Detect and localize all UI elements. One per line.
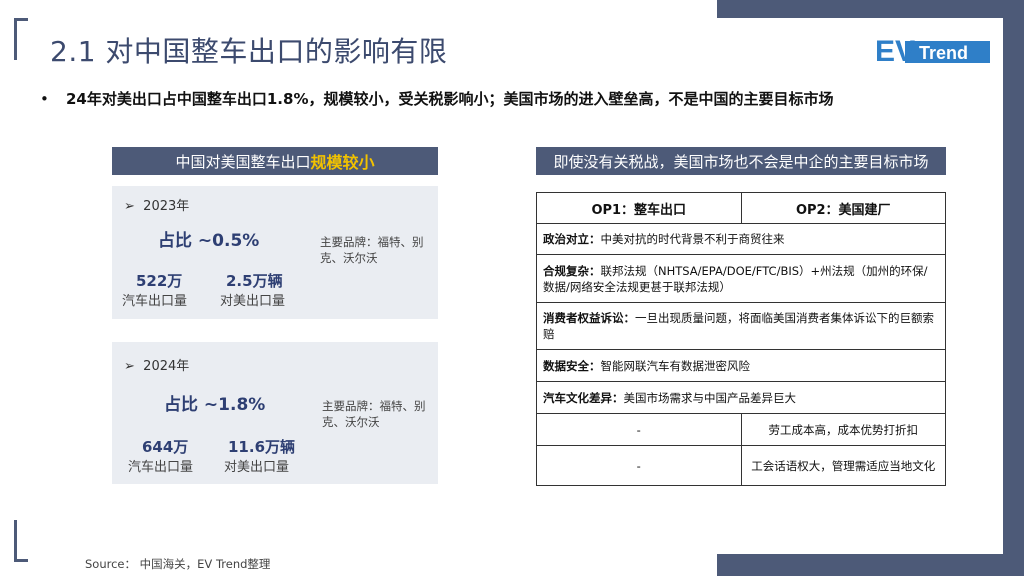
corner-bracket-top <box>14 18 28 60</box>
main-brands: 主要品牌：福特、别克、沃尔沃 <box>322 399 426 429</box>
table-row: 政治对立：中美对抗的时代背景不利于商贸往来 <box>536 223 946 255</box>
logo-trend-text: Trend <box>919 43 968 63</box>
year-card-2023: ➢ 2023年 占比 ~0.5% 主要品牌：福特、别克、沃尔沃 522万 汽车出… <box>112 186 438 319</box>
us-export-label: 对美出口量 <box>220 294 286 309</box>
export-share: 占比 ~0.5% <box>158 231 260 251</box>
key-point: • 24年对美出口占中国整车出口1.8%，规模较小，受关税影响小；美国市场的进入壁… <box>40 88 833 109</box>
op2-cell: 工会话语权大，管理需适应当地文化 <box>740 445 946 486</box>
barrier-cell: 数据安全：智能网联汽车有数据泄密风险 <box>536 349 946 382</box>
op2-cell: 劳工成本高，成本优势打折扣 <box>740 413 946 446</box>
total-export-value: 644万 <box>142 438 189 456</box>
year-label: ➢ 2024年 <box>124 359 190 374</box>
barrier-cell: 政治对立：中美对抗的时代背景不利于商贸往来 <box>536 223 946 255</box>
table-row: 数据安全：智能网联汽车有数据泄密风险 <box>536 349 946 382</box>
table-header-row: OP1：整车出口 OP2：美国建厂 <box>536 192 946 224</box>
op1-cell: - <box>536 413 742 446</box>
left-panel-header: 中国对美国整车出口 规模较小 <box>112 147 438 175</box>
export-share: 占比 ~1.8% <box>164 395 266 415</box>
key-point-text: 24年对美出口占中国整车出口1.8%，规模较小，受关税影响小；美国市场的进入壁垒… <box>66 90 834 108</box>
bullet-marker: • <box>40 90 49 108</box>
left-header-prefix: 中国对美国整车出口 <box>175 152 311 171</box>
year-card-2024: ➢ 2024年 占比 ~1.8% 主要品牌：福特、别克、沃尔沃 644万 汽车出… <box>112 342 438 484</box>
us-export-value: 2.5万辆 <box>226 272 283 290</box>
barrier-table: OP1：整车出口 OP2：美国建厂 政治对立：中美对抗的时代背景不利于商贸往来 … <box>536 192 946 486</box>
table-row: - 劳工成本高，成本优势打折扣 <box>536 413 946 446</box>
right-panel-header: 即使没有关税战，美国市场也不会是中企的主要目标市场 <box>536 147 946 175</box>
table-row: 汽车文化差异：美国市场需求与中国产品差异巨大 <box>536 381 946 414</box>
table-row: 合规复杂：联邦法规（NHTSA/EPA/DOE/FTC/BIS）+州法规（加州的… <box>536 254 946 303</box>
column-op1: OP1：整车出口 <box>536 192 742 224</box>
us-export-value: 11.6万辆 <box>228 438 296 456</box>
barrier-cell: 消费者权益诉讼：一旦出现质量问题，将面临美国消费者集体诉讼下的巨额索赔 <box>536 302 946 350</box>
total-export-value: 522万 <box>136 272 183 290</box>
total-export-label: 汽车出口量 <box>122 294 188 309</box>
ev-trend-logo: EV Trend <box>875 35 990 65</box>
column-op2: OP2：美国建厂 <box>740 192 946 224</box>
table-row: - 工会话语权大，管理需适应当地文化 <box>536 445 946 486</box>
corner-bracket-bottom <box>14 520 28 562</box>
source-note: Source： 中国海关，EV Trend整理 <box>85 557 271 571</box>
us-export-label: 对美出口量 <box>224 460 290 475</box>
year-label: ➢ 2023年 <box>124 199 190 214</box>
left-header-highlight: 规模较小 <box>310 153 375 172</box>
op1-cell: - <box>536 445 742 486</box>
total-export-label: 汽车出口量 <box>128 460 194 475</box>
logo-ev-text: EV <box>875 35 915 65</box>
slide-title: 2.1 对中国整车出口的影响有限 <box>50 35 448 68</box>
table-row: 消费者权益诉讼：一旦出现质量问题，将面临美国消费者集体诉讼下的巨额索赔 <box>536 302 946 350</box>
barrier-cell: 汽车文化差异：美国市场需求与中国产品差异巨大 <box>536 381 946 414</box>
main-brands: 主要品牌：福特、别克、沃尔沃 <box>320 235 424 265</box>
barrier-cell: 合规复杂：联邦法规（NHTSA/EPA/DOE/FTC/BIS）+州法规（加州的… <box>536 254 946 303</box>
